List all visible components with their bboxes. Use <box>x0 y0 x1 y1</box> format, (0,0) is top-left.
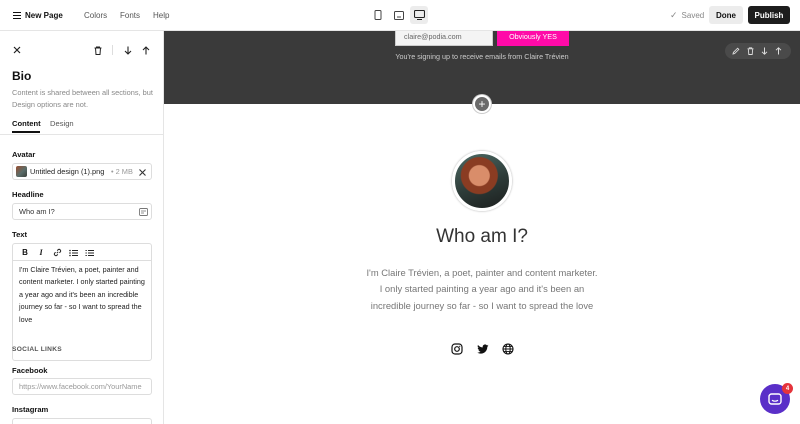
fonts-menu[interactable]: Fonts <box>120 0 140 31</box>
facebook-label: Facebook <box>12 366 48 375</box>
move-down-button[interactable] <box>122 44 134 56</box>
add-section-button[interactable]: + <box>473 95 491 113</box>
text-label: Text <box>12 230 28 239</box>
new-page-label[interactable]: New Page <box>25 0 63 31</box>
headline-label: Headline <box>12 190 44 199</box>
mobile-icon <box>374 10 382 20</box>
menu-icon[interactable] <box>12 0 22 31</box>
bio-avatar-image <box>452 151 512 211</box>
check-icon: ✓ <box>670 10 678 20</box>
arrow-down-icon <box>761 47 767 55</box>
trash-icon <box>94 46 102 55</box>
avatar-label: Avatar <box>12 150 36 159</box>
move-up-button[interactable] <box>140 44 152 56</box>
bold-icon: B <box>22 248 28 257</box>
email-signup-section[interactable]: claire@podia.com Obviously YES You're si… <box>164 31 800 104</box>
desktop-icon <box>413 10 425 20</box>
chat-notification-badge: 4 <box>782 383 793 394</box>
avatar-thumbnail <box>16 166 27 177</box>
facebook-placeholder: https://www.facebook.com/YourName <box>19 382 142 391</box>
avatar-file-size: • 2 MB <box>111 167 133 176</box>
sidebar: Bio Content is shared between all sectio… <box>0 31 164 424</box>
avatar-file-name: Untitled design (1).png <box>30 167 105 176</box>
tab-design[interactable]: Design <box>50 119 74 128</box>
mobile-view-button[interactable] <box>369 6 387 24</box>
tab-content[interactable]: Content <box>12 119 41 128</box>
active-tab-indicator <box>12 131 40 133</box>
globe-icon[interactable] <box>501 342 515 356</box>
email-input[interactable]: claire@podia.com <box>395 31 493 46</box>
headline-input[interactable]: Who am I? <box>12 203 152 220</box>
pencil-icon <box>732 47 740 55</box>
edit-section-button[interactable] <box>731 46 741 56</box>
social-links-heading: SOCIAL LINKS <box>12 346 63 353</box>
done-button[interactable]: Done <box>709 6 743 24</box>
bullet-list-button[interactable] <box>67 247 79 258</box>
editor-text-content[interactable]: I'm Claire Trévien, a poet, painter and … <box>19 264 149 326</box>
bio-heading: Who am I? <box>436 226 528 247</box>
signup-note: You're signing up to receive emails from… <box>395 52 569 61</box>
close-icon <box>138 168 146 176</box>
bio-text: I'm Claire Trévien, a poet, painter and … <box>366 267 598 311</box>
desktop-view-button[interactable] <box>410 6 428 24</box>
saved-status: ✓ Saved <box>670 0 704 31</box>
instagram-icon[interactable] <box>450 342 464 356</box>
divider <box>0 134 163 135</box>
section-toolbar <box>725 43 791 59</box>
close-button[interactable] <box>11 44 23 56</box>
twitter-icon[interactable] <box>476 342 490 356</box>
section-title: Bio <box>12 69 32 83</box>
page-canvas: claire@podia.com Obviously YES You're si… <box>164 31 800 424</box>
help-menu[interactable]: Help <box>153 0 169 31</box>
bold-button[interactable]: B <box>19 247 31 258</box>
facebook-input[interactable]: https://www.facebook.com/YourName <box>12 378 152 395</box>
remove-avatar-button[interactable] <box>137 167 147 177</box>
publish-button[interactable]: Publish <box>748 6 790 24</box>
arrow-down-icon <box>124 46 132 55</box>
chat-icon <box>768 392 782 405</box>
instagram-label: Instagram <box>12 405 49 414</box>
divider <box>112 45 113 55</box>
italic-button[interactable]: I <box>35 247 47 258</box>
tab-bar: Content Design <box>0 119 163 133</box>
link-icon <box>53 248 61 257</box>
instagram-input[interactable] <box>12 418 152 424</box>
move-section-up-button[interactable] <box>773 46 783 56</box>
section-description: Content is shared between all sections, … <box>12 88 153 109</box>
numbered-list-icon <box>85 249 94 256</box>
move-section-down-button[interactable] <box>759 46 769 56</box>
bullet-list-icon <box>68 249 78 256</box>
plus-icon: + <box>478 97 486 111</box>
trash-icon <box>747 47 753 55</box>
arrow-up-icon <box>775 47 781 55</box>
text-editor[interactable]: B I I'm Claire Trévien, a poet, painter … <box>12 243 152 361</box>
tablet-icon <box>394 10 404 20</box>
editor-toolbar: B I <box>13 244 151 261</box>
colors-menu[interactable]: Colors <box>84 0 107 31</box>
delete-section-button[interactable] <box>745 46 755 56</box>
text-style-icon[interactable] <box>139 208 148 216</box>
close-icon <box>13 46 21 54</box>
italic-icon: I <box>39 248 43 257</box>
subscribe-button[interactable]: Obviously YES <box>497 31 569 46</box>
headline-value: Who am I? <box>19 207 55 216</box>
arrow-up-icon <box>142 45 150 54</box>
avatar-file-field[interactable]: Untitled design (1).png • 2 MB <box>12 163 152 180</box>
delete-section-button[interactable] <box>92 44 104 56</box>
tablet-view-button[interactable] <box>390 6 408 24</box>
numbered-list-button[interactable] <box>83 247 95 258</box>
top-bar: New Page Colors Fonts Help ✓ Saved Done … <box>0 0 800 31</box>
saved-label: Saved <box>681 11 705 20</box>
link-button[interactable] <box>51 247 63 258</box>
